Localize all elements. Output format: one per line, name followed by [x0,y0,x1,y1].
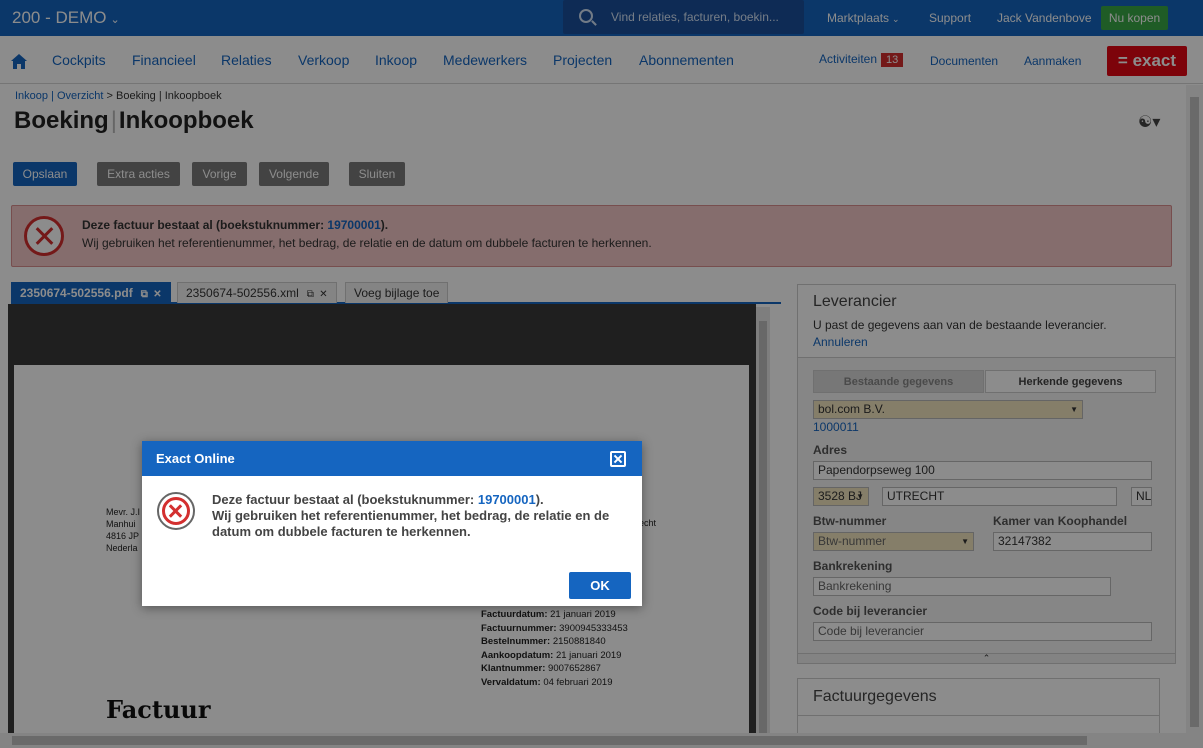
dialog-message-detail: Wij gebruiken het referentienummer, het … [212,508,610,539]
dialog-message: Deze factuur bestaat al (boekstuknummer:… [212,492,632,540]
close-icon[interactable] [610,451,626,467]
duplicate-invoice-dialog: Exact Online Deze factuur bestaat al (bo… [142,441,642,606]
error-icon-ring [162,497,190,525]
dialog-title: Exact Online [156,451,235,466]
modal-overlay [0,0,1203,748]
dialog-entry-number[interactable]: 19700001 [478,492,536,507]
error-icon [157,492,195,530]
dialog-message-suffix: ). [535,492,544,507]
dialog-header: Exact Online [142,441,642,476]
dialog-message-prefix: Deze factuur bestaat al (boekstuknummer: [212,492,478,507]
ok-button[interactable]: OK [569,572,631,599]
